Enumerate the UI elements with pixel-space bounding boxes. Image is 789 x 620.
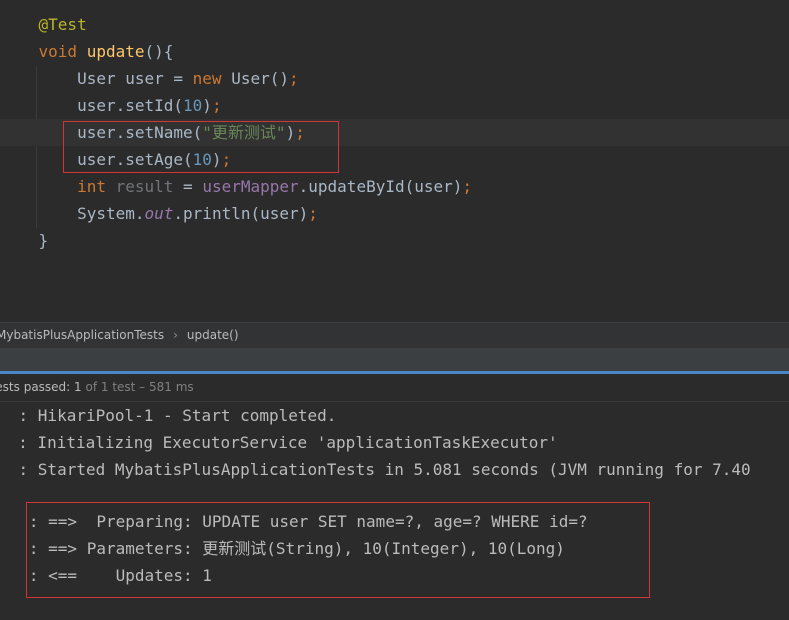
- console-output[interactable]: or : HikariPool-1 - Start completed. tor…: [0, 402, 789, 620]
- code-token: update: [86, 42, 145, 61]
- code-line-4[interactable]: user.setId(10);: [0, 92, 789, 119]
- test-status-prefix: Tests passed:: [0, 380, 71, 394]
- code-line-2[interactable]: void update(){: [0, 38, 789, 65]
- test-status-detail: of 1 test – 581 ms: [81, 380, 194, 394]
- test-status-count: 1: [74, 380, 82, 394]
- console-line-1: or : HikariPool-1 - Start completed.: [0, 406, 337, 425]
- chevron-right-icon: ›: [173, 328, 178, 342]
- console-highlight-box: [26, 502, 650, 598]
- code-token: .updateById(user): [298, 177, 463, 196]
- console-line-2: tor : Initializing ExecutorService 'appl…: [0, 433, 558, 452]
- test-status-bar: Tests passed: 1 of 1 test – 581 ms: [0, 374, 789, 402]
- code-token: ;: [308, 204, 318, 223]
- console-line-3: ts : Started MybatisPlusApplicationTests…: [0, 460, 751, 479]
- code-token: userMapper: [202, 177, 299, 196]
- code-editor[interactable]: @Test void update(){ User user = new Use…: [0, 0, 789, 322]
- code-highlight-box: [63, 121, 339, 173]
- code-token: System.: [0, 204, 145, 223]
- code-token: void: [38, 42, 78, 61]
- code-token: ;: [211, 96, 222, 115]
- code-token: new: [192, 69, 222, 88]
- code-line-3[interactable]: User user = new User();: [0, 65, 789, 92]
- code-token: .println(user): [173, 204, 309, 223]
- code-token: user.setId(: [0, 96, 184, 115]
- code-token: @Test: [38, 15, 87, 34]
- code-line-1[interactable]: @Test: [0, 11, 789, 38]
- code-token: int: [77, 177, 106, 196]
- code-token: }: [0, 231, 49, 250]
- code-token: ;: [462, 177, 473, 196]
- run-toolbar: [0, 348, 789, 374]
- code-token: ;: [289, 69, 299, 88]
- code-token: User user =: [0, 69, 193, 88]
- code-token: result: [115, 177, 174, 196]
- code-token: (){: [144, 42, 174, 61]
- code-line-8[interactable]: System.out.println(user);: [0, 200, 789, 227]
- breadcrumb-method[interactable]: update(): [187, 323, 239, 348]
- code-line-7[interactable]: int result = userMapper.updateById(user)…: [0, 173, 789, 200]
- breadcrumb-class[interactable]: MybatisPlusApplicationTests: [0, 323, 164, 348]
- code-line-9[interactable]: }: [0, 227, 789, 254]
- code-token: ): [202, 96, 212, 115]
- code-token: out: [144, 204, 174, 223]
- code-token: 10: [183, 96, 203, 115]
- code-token: User(): [221, 69, 289, 88]
- breadcrumb: MybatisPlusApplicationTests › update(): [0, 322, 789, 348]
- code-token: =: [173, 177, 203, 196]
